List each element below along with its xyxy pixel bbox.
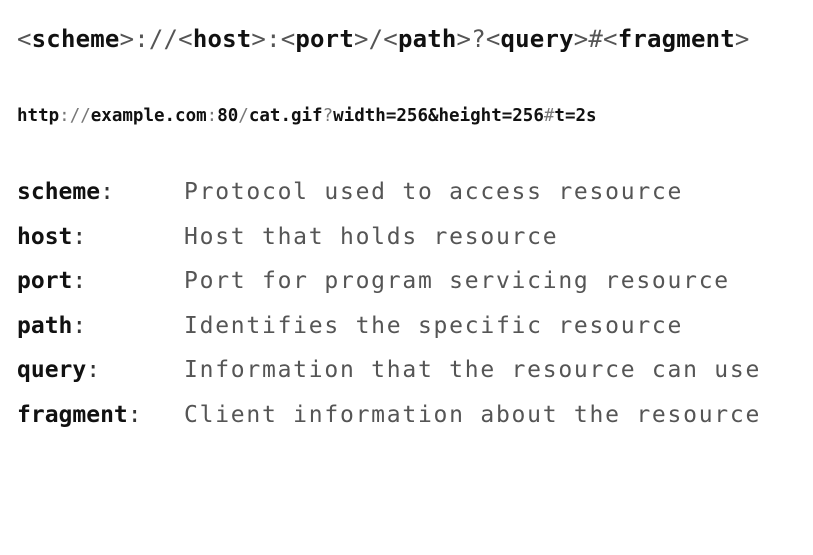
desc-fragment: Client information about the resource <box>184 402 762 428</box>
term-label: path <box>17 313 73 339</box>
term-scheme: scheme: <box>17 172 114 212</box>
term-port: port: <box>17 261 86 301</box>
term-host: host: <box>17 217 86 257</box>
definition-row-port: port: Port for program servicing resourc… <box>17 261 728 301</box>
template-host: host <box>192 25 252 53</box>
term-label: fragment <box>17 402 128 428</box>
term-label: query <box>17 357 87 383</box>
desc-query: Information that the resource can use <box>184 357 762 383</box>
example-sep: / <box>238 106 249 126</box>
example-port: 80 <box>217 106 239 126</box>
term-label: port <box>17 268 73 294</box>
term-colon: : <box>86 357 101 383</box>
desc-port: Port for program servicing resource <box>184 268 730 294</box>
example-fragment: t=2s <box>554 106 597 126</box>
desc-host: Host that holds resource <box>184 224 559 250</box>
term-label: scheme <box>17 179 101 205</box>
template-port: port <box>295 25 354 53</box>
desc-scheme: Protocol used to access resource <box>184 179 684 205</box>
term-fragment: fragment: <box>17 395 142 435</box>
template-punct: >?< <box>456 25 501 53</box>
template-punct: >://< <box>119 25 193 53</box>
term-colon: : <box>72 313 87 339</box>
template-punct: < <box>17 25 32 53</box>
template-scheme: scheme <box>31 25 120 53</box>
example-sep: : <box>206 106 218 126</box>
definition-row-fragment: fragment: Client information about the r… <box>17 395 759 435</box>
example-path: cat.gif <box>248 106 323 126</box>
term-query: query: <box>17 350 100 390</box>
template-punct: >#< <box>573 25 618 53</box>
example-sep: # <box>543 106 555 126</box>
template-punct: > <box>734 25 750 53</box>
definition-row-path: path: Identifies the specific resource <box>17 306 681 346</box>
term-colon: : <box>72 224 87 250</box>
term-colon: : <box>100 179 114 205</box>
example-url: http://example.com:80/cat.gif?width=256&… <box>17 104 597 128</box>
url-template: <scheme>://<host>:<port>/<path>?<query>#… <box>17 22 750 56</box>
template-fragment: fragment <box>617 25 735 53</box>
desc-path: Identifies the specific resource <box>184 313 684 339</box>
term-colon: : <box>127 402 142 428</box>
template-punct: >/< <box>353 25 398 53</box>
example-query: width=256&height=256 <box>333 106 544 126</box>
term-colon: : <box>72 268 87 294</box>
template-punct: >:< <box>251 25 296 53</box>
term-label: host <box>17 224 73 250</box>
example-sep: :// <box>59 106 91 126</box>
definition-row-host: host: Host that holds resource <box>17 217 557 257</box>
example-host: example.com <box>90 106 207 126</box>
template-query: query <box>500 25 574 53</box>
template-path: path <box>397 25 457 53</box>
example-sep: ? <box>322 106 334 126</box>
definition-row-scheme: scheme: Protocol used to access resource <box>17 172 681 212</box>
example-scheme: http <box>17 106 60 126</box>
definition-row-query: query: Information that the resource can… <box>17 350 759 390</box>
term-path: path: <box>17 306 86 346</box>
